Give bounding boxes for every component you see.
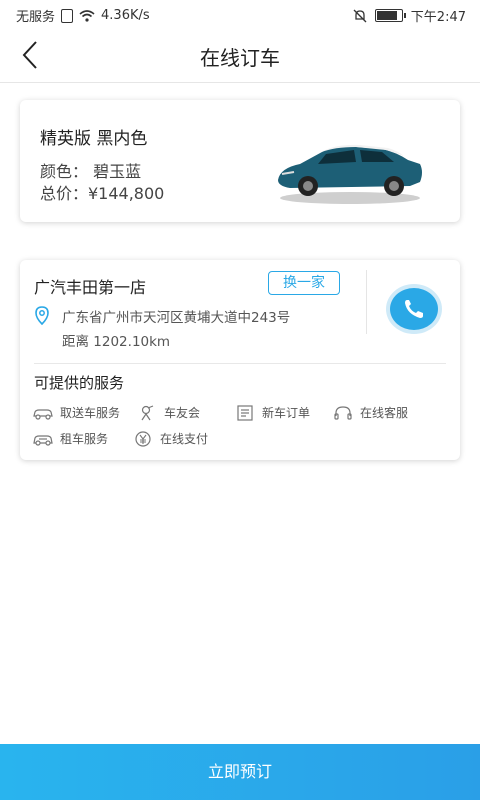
car-color: 颜色： 碧玉蓝 [40,162,142,181]
dealer-name: 广汽丰田第一店 [34,278,147,297]
nav-bar: 在线订车 [0,28,480,83]
services-title: 可提供的服务 [34,374,125,392]
change-dealer-button[interactable]: 换一家 [268,271,340,295]
divider [366,270,367,334]
mute-icon [353,9,367,22]
order-icon [237,404,253,421]
service-label: 在线支付 [160,432,209,446]
service-car-rental[interactable]: 租车服务 [32,430,108,447]
battery-icon [374,9,406,22]
car-price: 总价：¥144,800 [40,184,165,203]
wifi-icon [79,9,95,22]
dealer-card: 广汽丰田第一店 换一家 广东省广州市天河区黄埔大道中243号 距离 1202.1… [20,260,460,460]
call-button[interactable] [390,288,438,330]
service-label: 新车订单 [262,406,311,420]
service-online-support[interactable]: 在线客服 [332,404,408,421]
yen-icon [135,430,151,447]
status-right: 下午2:47 [353,6,466,25]
service-label: 取送车服务 [60,406,121,420]
page-title: 在线订车 [200,46,280,70]
service-car-delivery[interactable]: 取送车服务 [32,404,120,421]
car-rental-icon [33,434,53,446]
service-online-payment[interactable]: 在线支付 [132,430,208,447]
car-image [278,144,422,204]
sim-icon [61,8,74,23]
location-pin-icon [35,306,49,326]
service-label: 在线客服 [360,406,409,420]
divider [34,363,446,364]
clock: 下午2:47 [410,10,466,25]
dealer-distance: 距离 1202.10km [62,334,171,350]
service-label: 租车服务 [60,432,109,446]
service-new-order[interactable]: 新车订单 [234,404,310,421]
club-icon [141,404,154,420]
service-car-club[interactable]: 车友会 [136,404,200,421]
order-now-button[interactable]: 立即预订 [0,744,480,800]
phone-icon [405,300,423,318]
status-left: 无服务 4.36K/s [16,6,150,25]
car-card: 精英版 黑内色 颜色： 碧玉蓝 总价：¥144,800 [20,100,460,222]
service-label: 车友会 [164,406,201,420]
carrier-text: 无服务 [16,10,56,25]
headset-icon [334,405,352,420]
dealer-address: 广东省广州市天河区黄埔大道中243号 [62,310,291,326]
network-speed: 4.36K/s [101,8,150,23]
car-delivery-icon [33,408,53,420]
car-version: 精英版 黑内色 [40,129,148,149]
status-bar: 无服务 4.36K/s 下午2:47 [0,0,480,28]
